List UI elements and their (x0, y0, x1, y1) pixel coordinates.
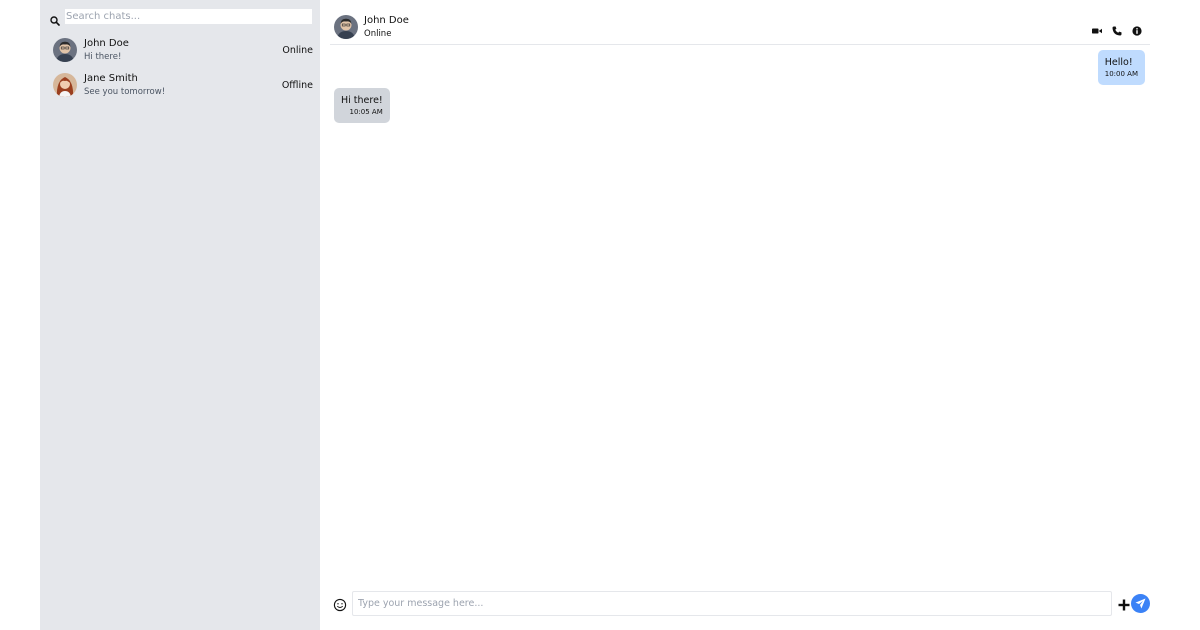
message-text: Hello! (1104, 57, 1133, 68)
avatar (334, 15, 358, 39)
chat-sidebar: John Doe Hi there! Online Jane Smith See… (40, 0, 320, 630)
emoji-icon[interactable] (333, 597, 347, 611)
avatar (53, 73, 77, 97)
message-time: 10:00 AM (1104, 70, 1138, 78)
chat-name: Jane Smith (84, 73, 138, 84)
send-button[interactable] (1131, 594, 1150, 613)
search-icon (50, 11, 60, 26)
info-icon[interactable] (1132, 21, 1142, 36)
message-bubble-sent: Hello! 10:00 AM (1097, 50, 1145, 85)
message-time: 10:05 AM (349, 108, 383, 116)
message-text: Hi there! (341, 95, 383, 106)
search-input[interactable] (65, 8, 312, 24)
contact-name: John Doe (364, 15, 409, 26)
plus-icon[interactable] (1117, 597, 1131, 611)
message-bubble-received: Hi there! 10:05 AM (334, 88, 390, 123)
chat-panel: John Doe Online Hello! 10:00 AM Hi there… (330, 0, 1150, 630)
message-composer (330, 591, 1150, 616)
video-call-icon[interactable] (1092, 21, 1102, 34)
chat-name: John Doe (84, 38, 129, 49)
contact-status: Online (364, 29, 392, 39)
chat-status: Online (282, 44, 313, 56)
message-input[interactable] (352, 591, 1112, 616)
chat-header: John Doe Online (330, 0, 1150, 45)
chat-preview: Hi there! (84, 52, 122, 62)
chat-status: Offline (281, 79, 313, 91)
chat-list-item[interactable]: John Doe Hi there! Online (53, 35, 313, 65)
header-actions (1092, 21, 1142, 36)
phone-icon[interactable] (1112, 21, 1122, 36)
avatar (53, 38, 77, 62)
chat-list-item[interactable]: Jane Smith See you tomorrow! Offline (53, 70, 313, 100)
send-icon (1135, 598, 1146, 609)
chat-preview: See you tomorrow! (84, 87, 166, 97)
search-bar (50, 8, 312, 26)
